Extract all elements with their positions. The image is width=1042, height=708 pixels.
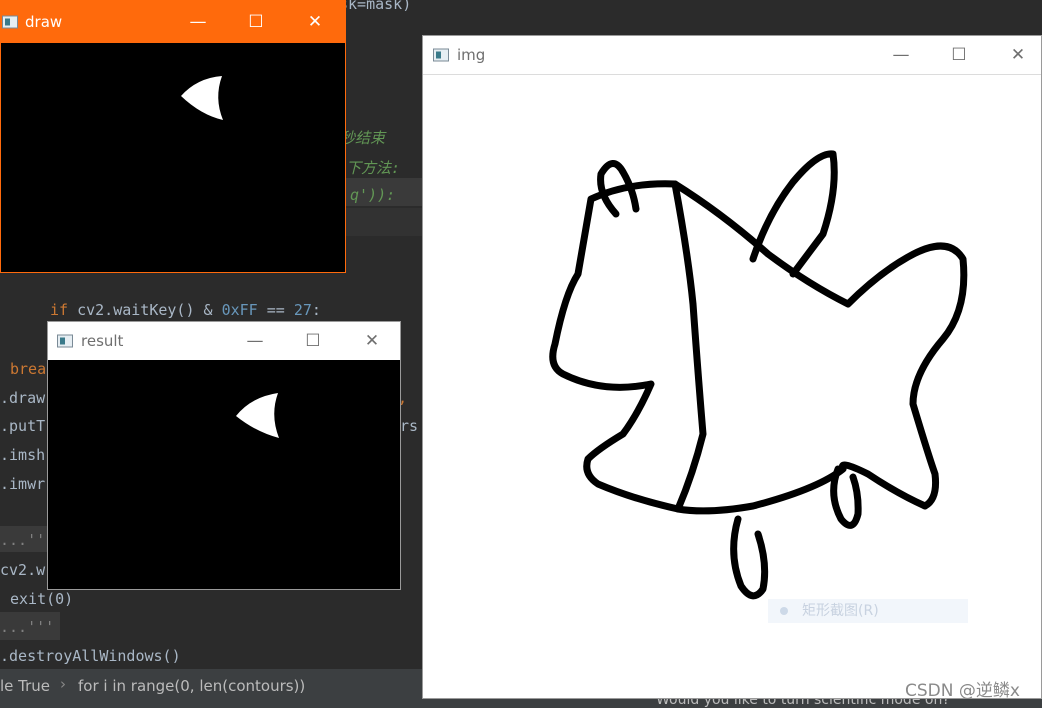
code-line-draw: .draw xyxy=(0,389,46,407)
code-line-comment-1: 秒结束 xyxy=(340,129,386,147)
rectangle-capture-hint[interactable]: 矩形截图(R) xyxy=(768,599,968,623)
code-line-fold-2[interactable]: ...''' xyxy=(0,617,54,637)
code-line-imwrite: .imwr xyxy=(0,475,46,493)
minimize-button[interactable]: — xyxy=(232,322,278,360)
window-icon xyxy=(57,334,73,348)
window-icon xyxy=(433,48,449,62)
img-titlebar[interactable]: img — ☐ ✕ xyxy=(423,36,1041,75)
draw-canvas xyxy=(1,43,345,272)
fin-shape-image xyxy=(236,393,279,438)
img-window-title: img xyxy=(457,46,486,64)
maximize-button[interactable]: ☐ xyxy=(233,1,279,43)
code-line-puttext: .putT xyxy=(0,417,46,435)
code-line-comment-3: q')): xyxy=(350,186,396,204)
maximize-button[interactable]: ☐ xyxy=(290,322,336,360)
csdn-watermark: CSDN @逆鳞x xyxy=(905,681,1020,701)
close-button[interactable]: ✕ xyxy=(292,1,338,43)
code-line-rs: rs xyxy=(400,417,419,435)
breadcrumb-item-while[interactable]: le True xyxy=(0,677,50,695)
code-line-if-waitkey: if cv2.waitKey() & 0xFF == 27: xyxy=(50,301,321,319)
breadcrumb-separator-icon: › xyxy=(60,675,66,693)
code-line-imshow: .imsh xyxy=(0,446,46,464)
close-button[interactable]: ✕ xyxy=(349,322,395,360)
breadcrumb-item-for[interactable]: for i in range(0, len(contours)) xyxy=(78,677,305,695)
result-window: result — ☐ ✕ xyxy=(47,321,401,590)
draw-window: draw — ☐ ✕ xyxy=(0,0,346,273)
rectangle-capture-label: 矩形截图(R) xyxy=(802,603,879,619)
result-titlebar[interactable]: result — ☐ ✕ xyxy=(48,322,400,360)
code-line-exit: exit(0) xyxy=(10,590,74,608)
result-window-title: result xyxy=(81,332,124,350)
result-canvas xyxy=(48,360,400,589)
code-line-comment-2: 下方法: xyxy=(346,159,401,177)
draw-window-title: draw xyxy=(25,13,63,31)
code-line-cv2w: cv2.w xyxy=(0,561,46,579)
minimize-button[interactable]: — xyxy=(175,1,221,43)
code-line-destroy: .destroyAllWindows() xyxy=(0,647,181,665)
close-button[interactable]: ✕ xyxy=(995,36,1041,74)
window-icon xyxy=(2,15,18,29)
minimize-button[interactable]: — xyxy=(878,36,924,74)
maximize-button[interactable]: ☐ xyxy=(936,36,982,74)
capture-dot-icon xyxy=(780,607,788,615)
draw-titlebar[interactable]: draw — ☐ ✕ xyxy=(1,1,345,43)
fin-shape-image xyxy=(181,76,223,120)
